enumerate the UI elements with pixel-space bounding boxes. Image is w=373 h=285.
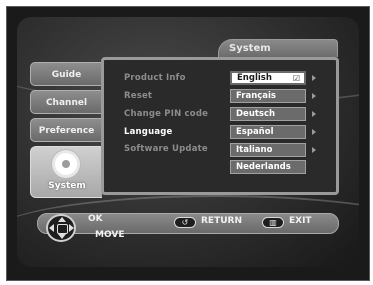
menu-item-reset[interactable]: Reset	[124, 91, 152, 101]
chevron-right-icon	[312, 129, 316, 135]
language-option-francais[interactable]: Français	[230, 89, 306, 103]
arrow-up-icon	[58, 217, 66, 222]
chevron-right-icon	[312, 147, 316, 153]
language-option-english[interactable]: English ☑	[230, 71, 306, 85]
dpad-icon	[46, 214, 76, 242]
ok-key-icon	[57, 224, 68, 234]
menu-item-product-info[interactable]: Product Info	[124, 73, 186, 83]
tab-preference[interactable]: Preference	[30, 118, 102, 142]
language-option-italiano[interactable]: Italiano	[230, 143, 306, 157]
ok-hint-label: OK	[88, 214, 103, 224]
tab-guide[interactable]: Guide	[30, 62, 102, 86]
return-hint-label: RETURN	[201, 216, 242, 226]
arrow-left-icon	[49, 224, 54, 232]
menu-item-software-update[interactable]: Software Update	[124, 144, 208, 154]
tab-system[interactable]: System	[30, 146, 102, 198]
language-option-label: English	[237, 73, 272, 83]
menu-item-language[interactable]: Language	[124, 127, 173, 137]
chevron-right-icon	[312, 111, 316, 117]
language-option-nederlands[interactable]: Nederlands	[230, 160, 306, 174]
chevron-right-icon	[312, 75, 316, 81]
checkbox-icon: ☑	[292, 74, 300, 83]
language-option-espanol[interactable]: Español	[230, 125, 306, 139]
tab-channel[interactable]: Channel	[30, 90, 102, 114]
arrow-down-icon	[58, 234, 66, 239]
return-arrow-icon: ↺	[174, 217, 196, 228]
menu-item-change-pin[interactable]: Change PIN code	[124, 109, 208, 119]
exit-hint-label: EXIT	[289, 216, 312, 226]
page-title: System	[218, 39, 338, 57]
chevron-right-icon	[312, 93, 316, 99]
gear-icon	[55, 153, 77, 175]
arrow-right-icon	[69, 224, 74, 232]
language-option-deutsch[interactable]: Deutsch	[230, 107, 306, 121]
exit-icon: ▥	[262, 217, 284, 228]
move-hint-label: MOVE	[95, 230, 125, 240]
tab-system-label: System	[48, 181, 86, 191]
